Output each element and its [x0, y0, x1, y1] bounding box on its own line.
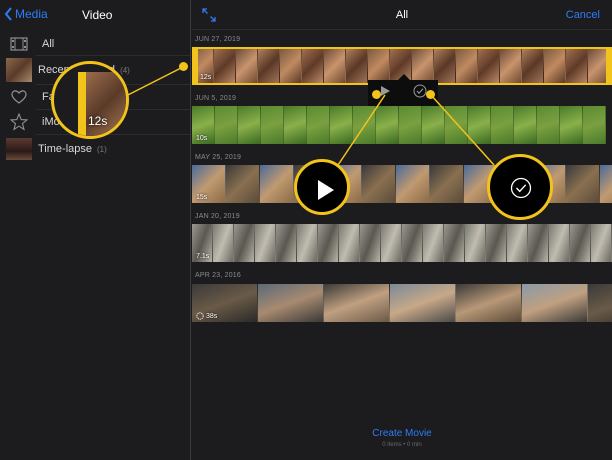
sidebar-item-label: All [42, 38, 55, 50]
heart-icon [11, 90, 27, 104]
callout-dot [426, 90, 435, 99]
date-header: JUN 5, 2019 [195, 95, 237, 102]
main-header: All Cancel [192, 0, 612, 30]
page-title: All [395, 9, 409, 21]
footer: Create Movie 0 items • 0 min [192, 428, 612, 448]
clip-duration: 7.1s [196, 253, 210, 260]
checkmark-circle-icon [510, 177, 532, 199]
trim-handle-right[interactable] [606, 49, 612, 83]
media-browser: All Cancel JUN 27, 2019 12s JUN 5, 2019 … [192, 0, 612, 460]
add-to-project-button[interactable] [413, 84, 427, 103]
sidebar-header: Media Video [0, 0, 191, 30]
callout-checkmark-zoom [487, 154, 553, 220]
thumbnail [6, 58, 32, 82]
play-icon [318, 180, 334, 200]
clip-duration: 38s [206, 312, 218, 320]
clip-duration: 15s [196, 194, 208, 201]
sidebar-item-time-lapse[interactable]: Time-lapse (1) [0, 137, 191, 161]
sidebar-item-all[interactable]: All [0, 34, 191, 54]
callout-play-zoom [294, 159, 350, 215]
divider [36, 55, 190, 56]
thumbnail [6, 138, 32, 160]
film-strip-icon [10, 37, 28, 51]
back-label: Media [15, 7, 48, 21]
clip-duration: 10s [196, 135, 208, 142]
zoomed-duration: 12s [88, 114, 108, 128]
sidebar-title: Video [82, 8, 113, 22]
clip-duration-row: 38s [196, 312, 217, 320]
clip-strip[interactable]: 38s [192, 284, 612, 322]
trim-handle-left[interactable] [192, 49, 198, 83]
date-header: MAY 25, 2019 [195, 154, 242, 161]
create-movie-button[interactable]: Create Movie [192, 428, 612, 439]
star-icon [10, 113, 28, 131]
selection-summary: 0 items • 0 min [382, 442, 422, 448]
clip-duration: 12s [200, 74, 212, 81]
callout-dot [372, 90, 381, 99]
cancel-button[interactable]: Cancel [566, 9, 600, 21]
slow-motion-icon [196, 312, 204, 320]
callout-dot [179, 62, 188, 71]
checkmark-circle-icon [413, 84, 427, 97]
date-header: APR 23, 2016 [195, 272, 241, 279]
zoomed-trim-handle [78, 72, 86, 136]
callout-trim-handle-zoom: 12s [51, 61, 129, 139]
back-button[interactable]: Media [4, 7, 48, 21]
clip-strip[interactable]: 7.1s [192, 224, 612, 262]
date-header: JAN 20, 2019 [195, 213, 240, 220]
date-header: JUN 27, 2019 [195, 36, 241, 43]
clip-strip[interactable]: 10s [192, 106, 612, 144]
sidebar-item-count: (1) [97, 144, 107, 154]
sidebar-item-label: Time-lapse [38, 143, 92, 155]
chevron-left-icon [4, 7, 12, 21]
